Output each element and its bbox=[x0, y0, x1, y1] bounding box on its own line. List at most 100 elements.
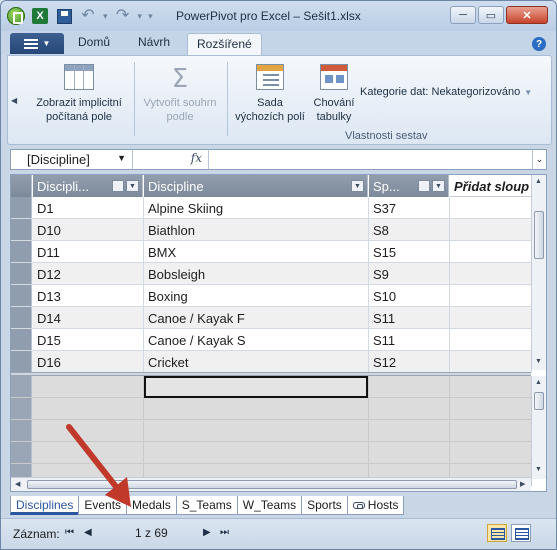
table-cell[interactable]: D10 bbox=[33, 219, 144, 241]
table-cell[interactable] bbox=[450, 307, 532, 329]
tab-s-teams[interactable]: S_Teams bbox=[175, 496, 238, 515]
calc-cell[interactable] bbox=[369, 376, 450, 398]
summarize-by-button[interactable]: Σ Vytvořit souhrn podle bbox=[136, 64, 224, 124]
calc-cell[interactable] bbox=[369, 398, 450, 420]
default-field-set-button[interactable]: Sada výchozích polí bbox=[230, 64, 310, 124]
row-selector[interactable] bbox=[11, 329, 32, 350]
calc-cell[interactable] bbox=[450, 376, 532, 398]
table-cell[interactable] bbox=[450, 263, 532, 285]
tab-home[interactable]: Domů bbox=[78, 35, 110, 49]
file-menu-button[interactable]: ▼ bbox=[10, 33, 64, 54]
table-cell[interactable]: D11 bbox=[33, 241, 144, 263]
table-cell[interactable]: S11 bbox=[369, 307, 450, 329]
minimize-button[interactable]: ─ bbox=[450, 6, 476, 24]
row-selector[interactable] bbox=[11, 241, 32, 262]
table-row[interactable]: D12 Bobsleigh S9 bbox=[11, 263, 532, 285]
table-row[interactable]: D16 Cricket S12 bbox=[11, 351, 532, 373]
row-selector[interactable] bbox=[11, 197, 32, 218]
table-cell[interactable] bbox=[450, 285, 532, 307]
table-cell[interactable]: Biathlon bbox=[144, 219, 369, 241]
table-cell[interactable] bbox=[450, 241, 532, 263]
diagram-view-button[interactable] bbox=[511, 524, 531, 542]
calc-cell[interactable] bbox=[450, 442, 532, 464]
filter-dropdown-icon[interactable]: ▼ bbox=[126, 180, 139, 192]
table-cell[interactable] bbox=[450, 197, 532, 219]
table-cell[interactable] bbox=[450, 351, 532, 373]
scroll-left-icon[interactable]: ◀ bbox=[15, 480, 20, 488]
table-row[interactable]: D11 BMX S15 bbox=[11, 241, 532, 263]
tab-sports[interactable]: Sports bbox=[301, 496, 348, 515]
table-cell[interactable]: S15 bbox=[369, 241, 450, 263]
table-cell[interactable]: D1 bbox=[33, 197, 144, 219]
next-record-icon[interactable]: ▶ bbox=[203, 527, 211, 538]
redo-dropdown-icon[interactable]: ▾ bbox=[138, 11, 143, 22]
scroll-down-icon[interactable]: ▼ bbox=[535, 358, 542, 365]
table-cell[interactable] bbox=[450, 219, 532, 241]
redo-icon[interactable]: ↷ bbox=[114, 7, 132, 25]
calc-cell[interactable] bbox=[33, 398, 144, 420]
vertical-scrollbar[interactable]: ▲ ▼ bbox=[531, 175, 546, 370]
undo-dropdown-icon[interactable]: ▾ bbox=[103, 11, 108, 22]
calc-cell[interactable] bbox=[33, 376, 144, 398]
data-view-button[interactable] bbox=[487, 524, 507, 542]
calc-cell[interactable] bbox=[369, 442, 450, 464]
selected-calc-cell[interactable] bbox=[144, 376, 368, 398]
name-box[interactable]: [Discipline] ▼ bbox=[11, 150, 133, 169]
column-header-sportid[interactable]: Sp... ▼ bbox=[369, 175, 449, 197]
first-record-icon[interactable]: ⏮ bbox=[65, 527, 74, 538]
table-cell[interactable]: D13 bbox=[33, 285, 144, 307]
show-implicit-fields-button[interactable]: Zobrazit implicitní počítaná pole bbox=[26, 64, 132, 124]
expand-formula-icon[interactable]: ⌄ bbox=[532, 150, 546, 169]
calc-vertical-scrollbar[interactable]: ▲ ▼ bbox=[531, 376, 546, 479]
filter-dropdown-icon[interactable]: ▼ bbox=[432, 180, 445, 192]
table-cell[interactable]: S11 bbox=[369, 329, 450, 351]
tab-w-teams[interactable]: W_Teams bbox=[236, 496, 303, 515]
scroll-right-icon[interactable]: ▶ bbox=[520, 480, 525, 488]
previous-record-icon[interactable]: ◀ bbox=[84, 527, 92, 538]
close-button[interactable]: ✕ bbox=[506, 6, 548, 24]
powerpivot-app-icon[interactable] bbox=[7, 7, 25, 25]
table-cell[interactable]: D15 bbox=[33, 329, 144, 351]
table-cell[interactable]: Bobsleigh bbox=[144, 263, 369, 285]
save-icon[interactable] bbox=[55, 7, 73, 25]
table-cell[interactable]: S9 bbox=[369, 263, 450, 285]
data-category-dropdown[interactable]: Kategorie dat: Nekategorizováno ▼ bbox=[360, 86, 532, 98]
filter-dropdown-icon[interactable]: ▼ bbox=[351, 180, 364, 192]
fx-button[interactable]: fx bbox=[133, 150, 209, 169]
help-icon[interactable]: ? bbox=[532, 37, 546, 51]
table-row[interactable]: D13 Boxing S10 bbox=[11, 285, 532, 307]
table-cell[interactable]: D14 bbox=[33, 307, 144, 329]
table-cell[interactable]: S10 bbox=[369, 285, 450, 307]
table-row[interactable]: D15 Canoe / Kayak S S11 bbox=[11, 329, 532, 351]
calc-cell[interactable] bbox=[144, 442, 369, 464]
calc-cell[interactable] bbox=[450, 398, 532, 420]
calc-cell[interactable] bbox=[450, 420, 532, 442]
maximize-button[interactable]: ▭ bbox=[478, 6, 504, 24]
last-record-icon[interactable]: ⏭ bbox=[220, 527, 229, 538]
table-cell[interactable]: Canoe / Kayak F bbox=[144, 307, 369, 329]
scroll-thumb[interactable] bbox=[534, 392, 544, 410]
table-cell[interactable]: D12 bbox=[33, 263, 144, 285]
excel-icon[interactable]: X bbox=[31, 7, 49, 25]
ribbon-scroll-left-icon[interactable]: ◀ bbox=[11, 96, 17, 105]
calc-cell[interactable] bbox=[144, 420, 369, 442]
tab-hosts[interactable]: Hosts bbox=[346, 496, 405, 515]
table-row[interactable]: D1 Alpine Skiing S37 bbox=[11, 197, 532, 219]
undo-icon[interactable]: ↶ bbox=[79, 7, 97, 25]
calc-cell[interactable] bbox=[144, 398, 369, 420]
tab-advanced[interactable]: Rozšířené bbox=[187, 33, 262, 55]
add-column-header[interactable]: Přidat sloup bbox=[450, 175, 532, 197]
row-selector[interactable] bbox=[11, 285, 32, 306]
table-cell[interactable]: S12 bbox=[369, 351, 450, 373]
table-cell[interactable]: S37 bbox=[369, 197, 450, 219]
row-selector[interactable] bbox=[11, 351, 32, 372]
table-behavior-button[interactable]: Chování tabulky bbox=[308, 64, 360, 124]
scroll-up-icon[interactable]: ▲ bbox=[535, 379, 542, 386]
table-cell[interactable] bbox=[450, 329, 532, 351]
table-cell[interactable]: D16 bbox=[33, 351, 144, 373]
table-cell[interactable]: BMX bbox=[144, 241, 369, 263]
table-row[interactable]: D14 Canoe / Kayak F S11 bbox=[11, 307, 532, 329]
column-header-disciplineid[interactable]: Discipli... ▼ bbox=[33, 175, 143, 197]
customize-qat-icon[interactable]: ▾ bbox=[148, 11, 153, 22]
scroll-down-icon[interactable]: ▼ bbox=[535, 466, 542, 473]
